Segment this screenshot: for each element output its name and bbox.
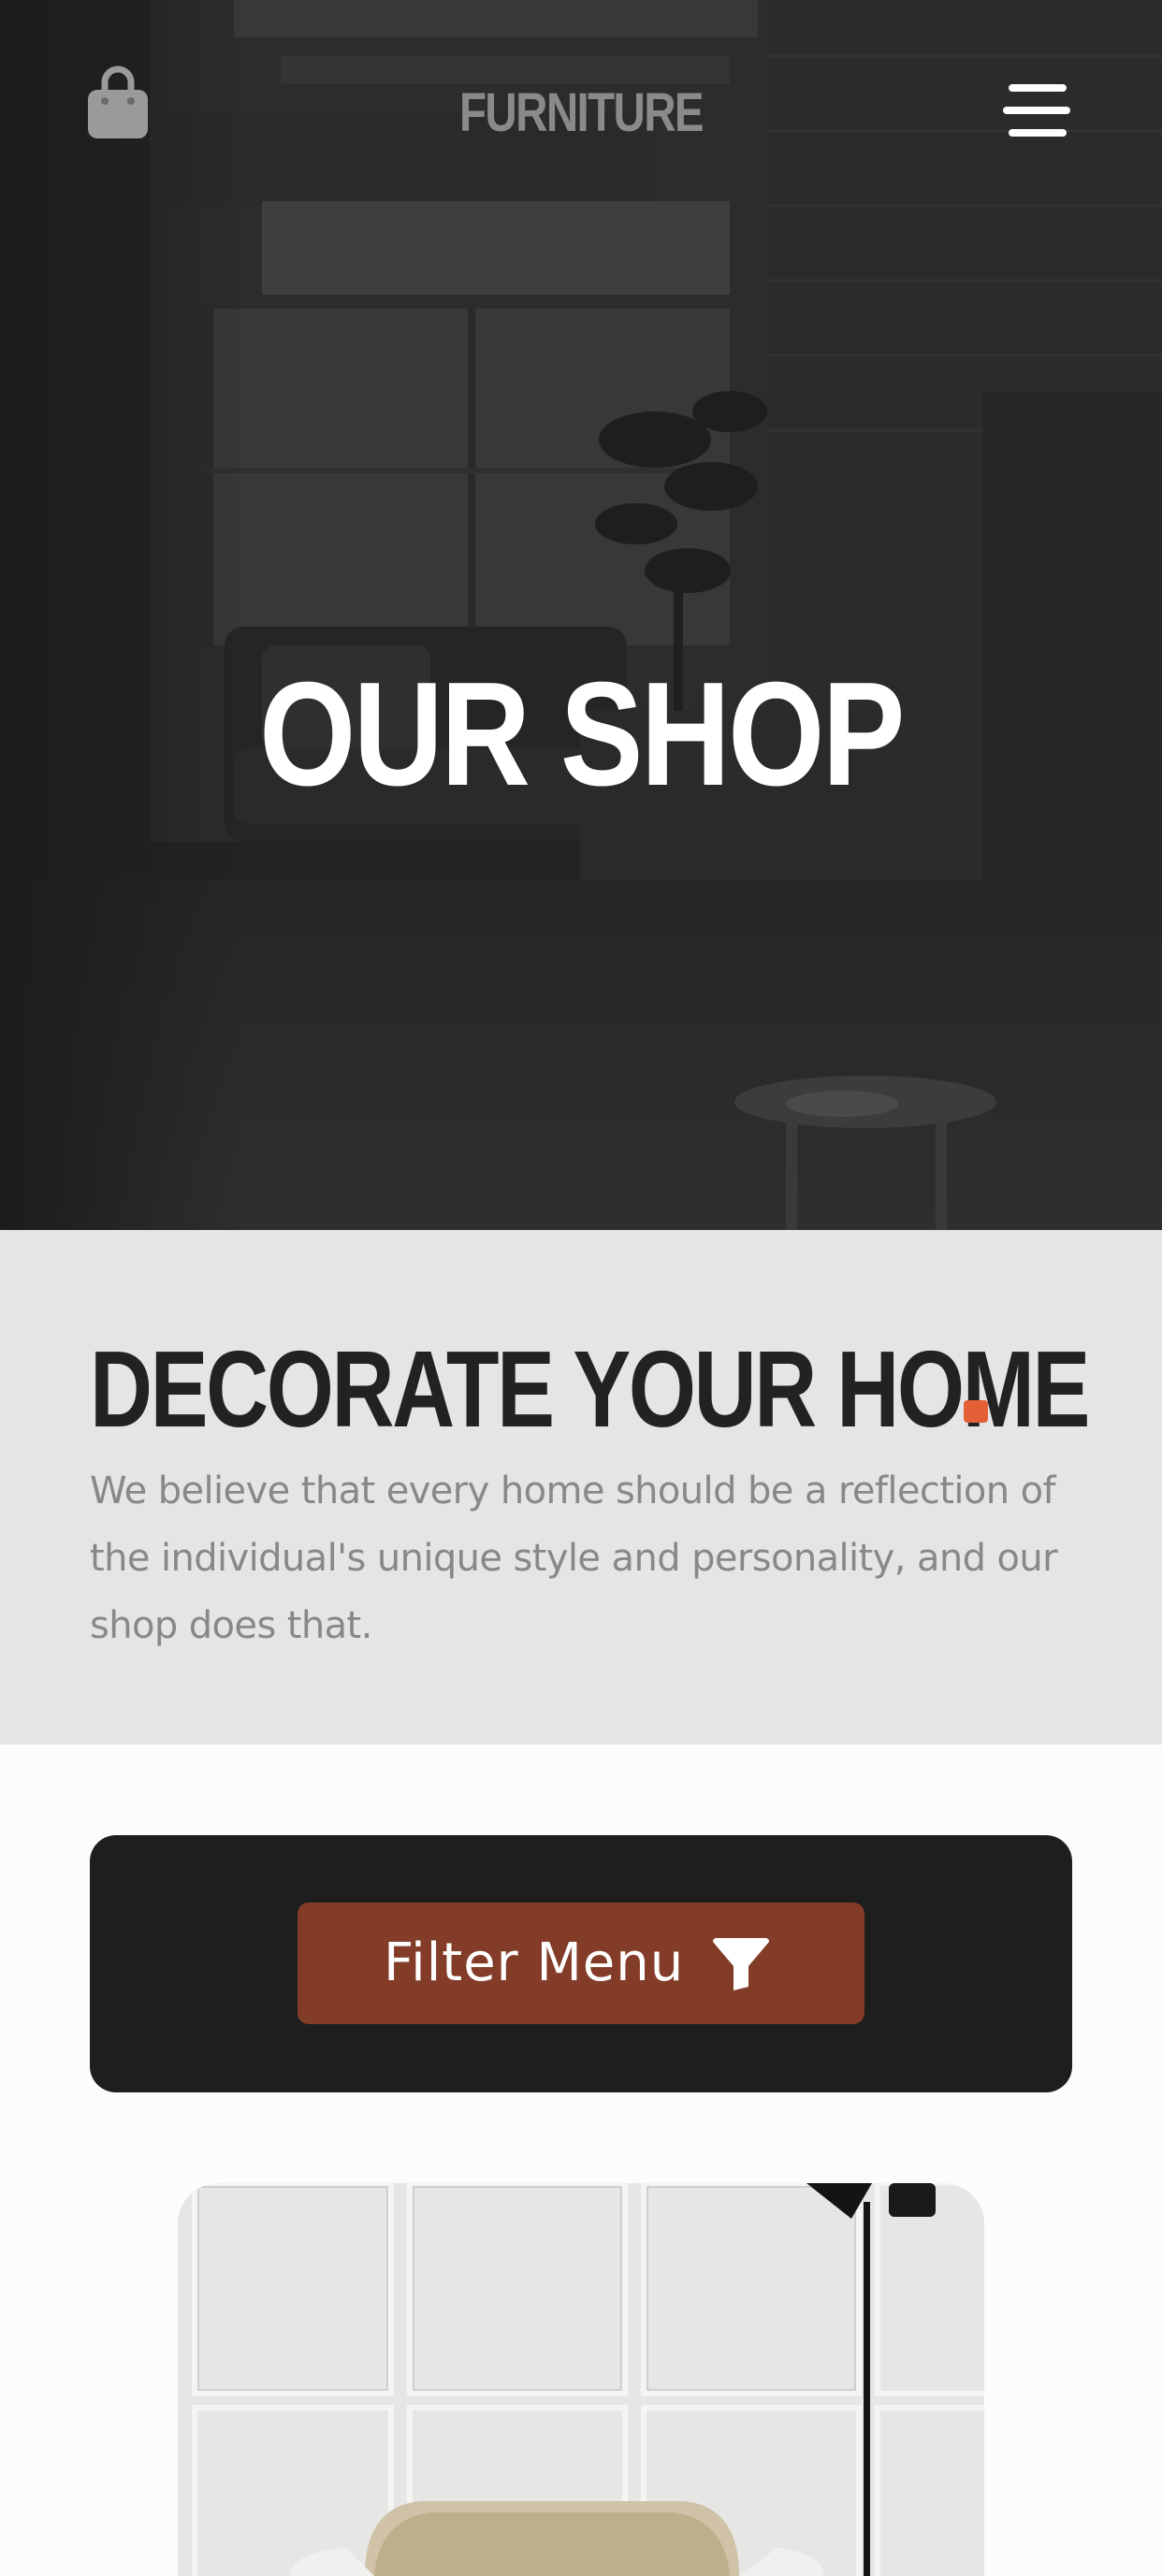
page-title: OUR SHOP bbox=[259, 652, 905, 817]
hamburger-menu-icon bbox=[1003, 84, 1070, 137]
brand-logo[interactable]: FURNITURE bbox=[105, 80, 1057, 146]
menu-button[interactable] bbox=[1003, 82, 1074, 138]
intro-text: We believe that every home should be a r… bbox=[90, 1469, 1058, 1647]
product-card[interactable] bbox=[178, 2183, 984, 2576]
hero-banner: FURNITURE OUR SHOP bbox=[0, 0, 1162, 1230]
top-nav-bar: FURNITURE bbox=[0, 0, 1162, 224]
accent-dot bbox=[964, 1400, 988, 1423]
filter-funnel-icon bbox=[713, 1938, 769, 1990]
product-image bbox=[178, 2183, 984, 2576]
filter-panel: Filter Menu bbox=[90, 1835, 1072, 2092]
filter-menu-button[interactable]: Filter Menu bbox=[298, 1903, 864, 2024]
filter-menu-label: Filter Menu bbox=[384, 1932, 685, 1993]
intro-heading: DECORATE YOUR HOME bbox=[90, 1328, 1090, 1450]
intro-section: DECORATE YOUR HOME We believe that every… bbox=[0, 1230, 1162, 1744]
